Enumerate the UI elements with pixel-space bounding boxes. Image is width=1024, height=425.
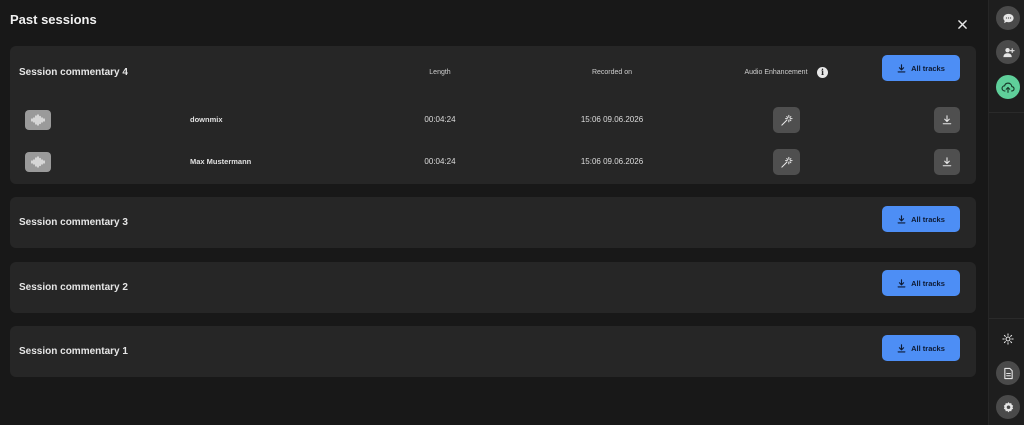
column-header-length: Length (429, 69, 451, 76)
sidebar-divider (989, 318, 1024, 319)
track-row: Max Mustermann 00:04:24 15:06 09.06.2026 (10, 148, 976, 176)
track-row: downmix 00:04:24 15:06 09.06.2026 (10, 106, 976, 134)
recordings-button[interactable] (996, 75, 1020, 99)
page-title: Past sessions (10, 12, 97, 27)
add-user-icon (1002, 47, 1015, 57)
session-card-3[interactable]: Session commentary 3 All tracks (10, 197, 976, 248)
notes-button[interactable] (996, 361, 1020, 385)
theme-toggle[interactable] (1001, 332, 1015, 346)
waveform-badge (25, 152, 51, 172)
magic-wand-icon (781, 114, 793, 126)
chat-button[interactable] (996, 6, 1020, 30)
all-tracks-label: All tracks (911, 63, 945, 73)
column-header-recorded-on: Recorded on (591, 69, 633, 76)
download-track-button[interactable] (934, 107, 960, 133)
download-icon (897, 278, 906, 287)
track-length: 00:04:24 (424, 157, 456, 166)
column-header-audio-enhancement: Audio Enhancement (744, 69, 808, 76)
magic-wand-icon (781, 156, 793, 168)
download-icon (942, 157, 952, 167)
info-icon[interactable]: i (817, 67, 828, 78)
download-track-button[interactable] (934, 149, 960, 175)
all-tracks-label: All tracks (911, 214, 945, 224)
download-icon (897, 63, 906, 72)
waveform-icon (31, 114, 45, 126)
track-length: 00:04:24 (424, 115, 456, 124)
past-sessions-panel: Past sessions Session commentary 4 Lengt… (0, 0, 988, 425)
track-name: Max Mustermann (190, 157, 252, 166)
track-name: downmix (190, 115, 223, 124)
right-sidebar (988, 0, 1024, 425)
session-title: Session commentary 4 (19, 67, 128, 78)
all-tracks-label: All tracks (911, 343, 945, 353)
session-title: Session commentary 1 (19, 346, 128, 357)
session-card-1[interactable]: Session commentary 1 All tracks (10, 326, 976, 377)
download-icon (897, 343, 906, 352)
session-card-2[interactable]: Session commentary 2 All tracks (10, 262, 976, 313)
session-card-4: Session commentary 4 Length Recorded on … (10, 46, 976, 184)
waveform-icon (31, 156, 45, 168)
add-participant-button[interactable] (996, 40, 1020, 64)
close-icon (957, 19, 967, 29)
settings-icon (1003, 401, 1013, 412)
all-tracks-download-button[interactable]: All tracks (882, 335, 960, 361)
audio-enhancement-button[interactable] (773, 149, 800, 175)
document-icon (1003, 367, 1013, 379)
session-title: Session commentary 2 (19, 282, 128, 293)
all-tracks-label: All tracks (911, 278, 945, 288)
all-tracks-download-button[interactable]: All tracks (882, 55, 960, 81)
settings-button[interactable] (996, 395, 1020, 419)
sun-icon (1002, 333, 1014, 345)
all-tracks-download-button[interactable]: All tracks (882, 206, 960, 232)
waveform-badge (25, 110, 51, 130)
download-icon (897, 214, 906, 223)
sidebar-divider (989, 112, 1024, 113)
session-title: Session commentary 3 (19, 217, 128, 228)
download-icon (942, 115, 952, 125)
chat-icon (1002, 13, 1014, 23)
all-tracks-download-button[interactable]: All tracks (882, 270, 960, 296)
track-recorded-on: 15:06 09.06.2026 (580, 157, 644, 166)
cloud-upload-icon (1001, 82, 1015, 93)
audio-enhancement-button[interactable] (773, 107, 800, 133)
track-recorded-on: 15:06 09.06.2026 (580, 115, 644, 124)
close-button[interactable] (952, 14, 972, 34)
